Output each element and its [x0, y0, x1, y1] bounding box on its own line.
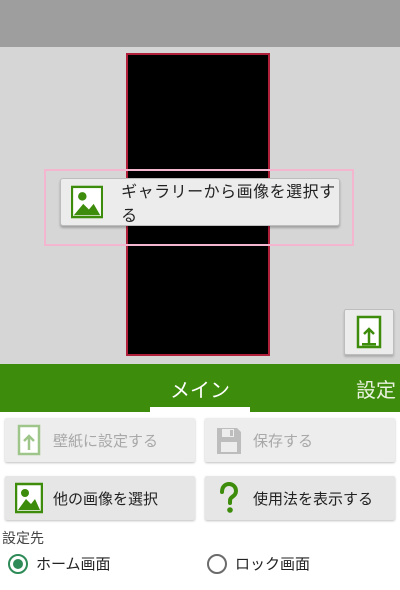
radio-home-screen[interactable]: ホーム画面 — [8, 553, 111, 574]
help-label: 使用法を表示する — [253, 489, 374, 508]
radio-lock-screen[interactable]: ロック画面 — [207, 553, 310, 574]
tab-settings[interactable]: 設定 — [356, 364, 396, 412]
phone-set-icon — [356, 315, 382, 349]
set-wallpaper-button[interactable]: 壁紙に設定する — [5, 418, 195, 462]
set-wallpaper-label: 壁紙に設定する — [53, 431, 159, 450]
radio-lock-indicator[interactable] — [207, 553, 227, 574]
tab-main[interactable]: メイン — [150, 364, 250, 412]
save-button[interactable]: 保存する — [205, 418, 395, 462]
radio-home-indicator[interactable] — [8, 553, 28, 574]
floppy-icon — [217, 428, 241, 454]
target-section-label: 設定先 — [2, 531, 44, 547]
select-other-label: 他の画像を選択 — [53, 489, 159, 508]
tab-bar: メイン 設定 — [0, 364, 400, 412]
phone-set-icon — [17, 424, 41, 456]
gallery-button-label: ギャラリーから画像を選択する — [121, 182, 336, 225]
radio-lock-label: ロック画面 — [235, 555, 311, 573]
tab-indicator — [150, 407, 250, 412]
select-from-gallery-button[interactable]: ギャラリーから画像を選択する — [60, 178, 340, 226]
question-icon — [220, 482, 239, 513]
status-bar — [0, 0, 400, 47]
show-help-button[interactable]: 使用法を表示する — [205, 476, 395, 520]
save-label: 保存する — [253, 431, 314, 450]
select-other-image-button[interactable]: 他の画像を選択 — [5, 476, 195, 520]
image-icon — [71, 185, 104, 219]
wallpaper-preview-area: ギャラリーから画像を選択する — [0, 47, 400, 364]
image-icon — [15, 482, 43, 514]
radio-home-label: ホーム画面 — [36, 555, 111, 573]
set-wallpaper-quick-button[interactable] — [344, 309, 394, 355]
